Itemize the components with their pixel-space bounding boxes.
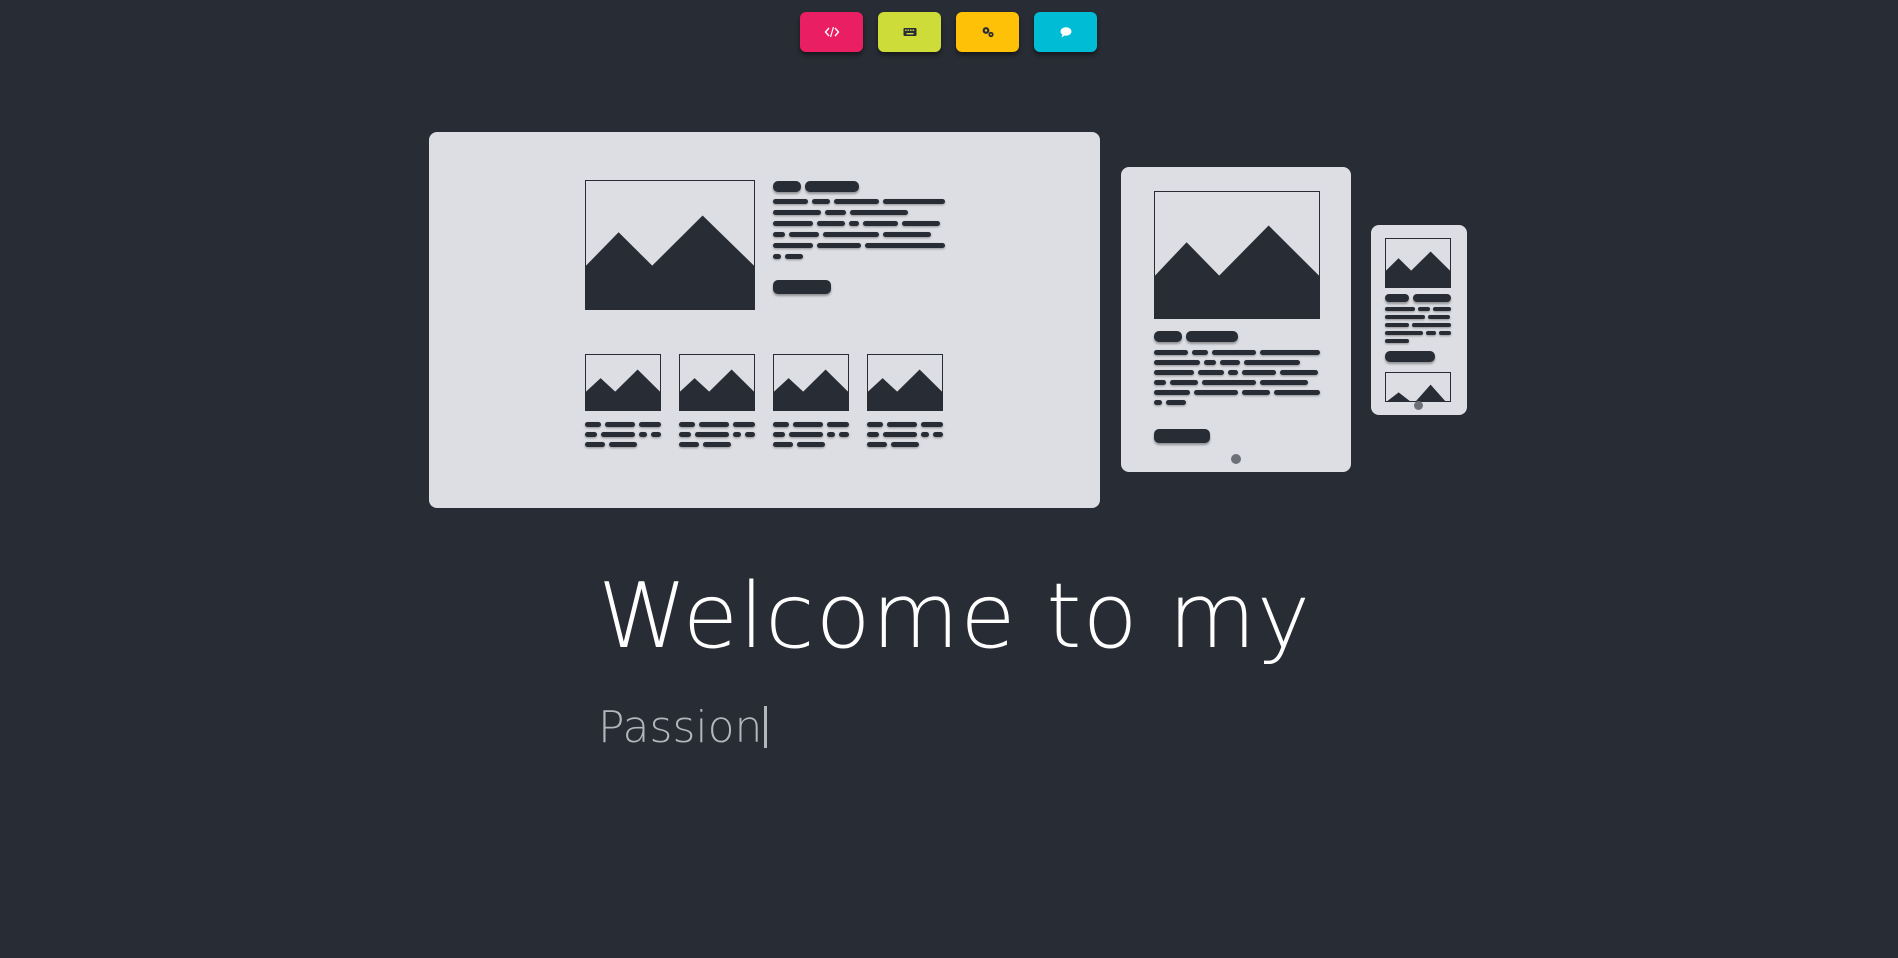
- chat-button[interactable]: [1034, 12, 1097, 52]
- code-icon: [824, 26, 839, 38]
- chat-bubble-icon: [1060, 27, 1071, 38]
- mountain-icon: [774, 369, 848, 410]
- mountain-icon: [1155, 225, 1319, 318]
- tablet-mockup: [1121, 167, 1351, 472]
- mountain-icon: [1387, 384, 1446, 401]
- gears-icon: [982, 27, 994, 38]
- mountain-icon: [586, 215, 754, 309]
- text-cursor: [764, 706, 768, 748]
- desktop-mockup: [429, 132, 1100, 508]
- code-button[interactable]: [800, 12, 863, 52]
- top-nav: [800, 12, 1097, 52]
- home-button: [1231, 454, 1241, 464]
- mountain-icon: [868, 369, 942, 410]
- keyboard-button[interactable]: [878, 12, 941, 52]
- hero-title: Welcome to my: [598, 564, 1312, 669]
- phone-mockup: [1371, 225, 1467, 415]
- typed-word: Passion: [598, 702, 763, 753]
- cta-button-placeholder: [773, 280, 831, 294]
- typing-subtitle: Passion: [598, 706, 768, 750]
- settings-button[interactable]: [956, 12, 1019, 52]
- keyboard-icon: [903, 28, 916, 36]
- hero-image-placeholder: [585, 180, 755, 310]
- mountain-icon: [680, 369, 754, 410]
- home-button: [1414, 401, 1423, 410]
- mountain-icon: [1386, 251, 1450, 287]
- mountain-icon: [586, 369, 660, 410]
